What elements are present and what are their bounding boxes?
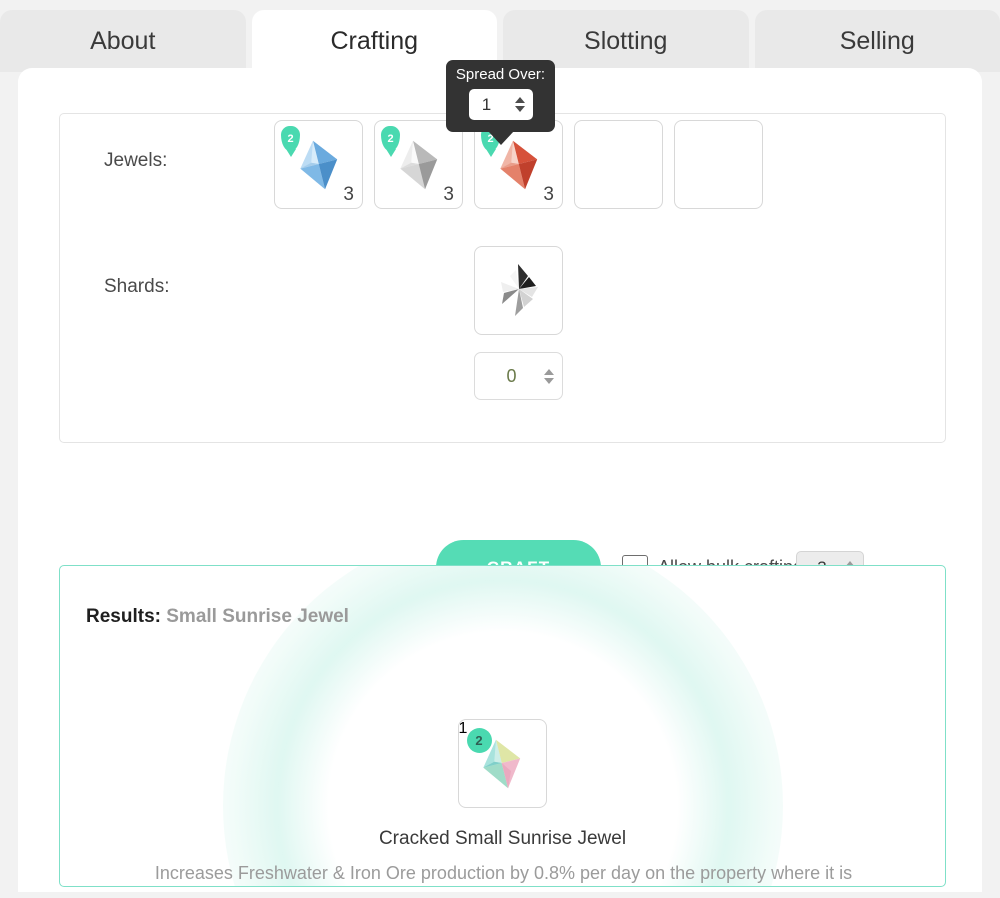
chevron-down-icon[interactable] [544, 377, 554, 384]
jewel-slot-2[interactable]: 2 3 [374, 120, 463, 209]
result-jewel-slot[interactable]: 2 1 [457, 719, 547, 808]
jewel-slot-1[interactable]: 2 3 [274, 120, 363, 209]
chevron-down-icon[interactable] [514, 106, 525, 112]
shard-slot[interactable] [474, 246, 563, 335]
result-item-description: Increases Freshwater & Iron Ore producti… [154, 863, 853, 883]
results-panel: Results: Small Sunrise Jewel 2 1 Cracked… [59, 565, 946, 887]
jewels-label: Jewels: [104, 150, 168, 171]
spread-over-input[interactable]: 1 [468, 89, 533, 120]
jewel-quantity: 3 [543, 184, 554, 205]
tab-label: Crafting [330, 26, 419, 55]
crafting-panel-card: Jewels: Shards: 2 3 2 3 2 3 0 Results: S… [18, 68, 982, 892]
jewel-quantity: 3 [443, 184, 454, 205]
results-title-value: Small Sunrise Jewel [166, 606, 349, 627]
tab-about[interactable]: About [0, 10, 246, 72]
tab-label: About [90, 26, 156, 55]
jewel-slot-4[interactable] [574, 120, 663, 209]
shard-quantity-value: 0 [506, 365, 517, 386]
results-title-key: Results: [86, 606, 161, 627]
tab-label: Selling [839, 26, 915, 55]
chevron-up-icon[interactable] [514, 97, 525, 103]
jewel-quantity: 3 [343, 184, 354, 205]
shard-quantity-input[interactable]: 0 [474, 352, 563, 400]
tab-selling[interactable]: Selling [754, 10, 1000, 72]
tab-label: Slotting [584, 26, 668, 55]
crafting-page: About Crafting Slotting Selling Jewels: … [0, 0, 1000, 898]
ingredients-panel: Jewels: Shards: 2 3 2 3 2 3 0 [59, 113, 946, 443]
result-item-name: Cracked Small Sunrise Jewel [378, 828, 627, 849]
spread-over-tooltip: Spread Over: 1 [446, 60, 555, 145]
shard-icon [500, 263, 538, 316]
jewel-slot-5[interactable] [674, 120, 763, 209]
spread-over-value: 1 [481, 94, 492, 114]
shards-label: Shards: [104, 276, 170, 297]
chevron-up-icon[interactable] [544, 368, 554, 375]
results-title: Results: Small Sunrise Jewel [86, 606, 349, 628]
result-tier-badge: 2 [466, 728, 492, 753]
spread-over-label: Spread Over: [455, 66, 546, 83]
tooltip-pointer-icon [487, 131, 514, 145]
shard-stepper[interactable] [542, 363, 556, 389]
spread-over-stepper[interactable] [513, 92, 527, 118]
